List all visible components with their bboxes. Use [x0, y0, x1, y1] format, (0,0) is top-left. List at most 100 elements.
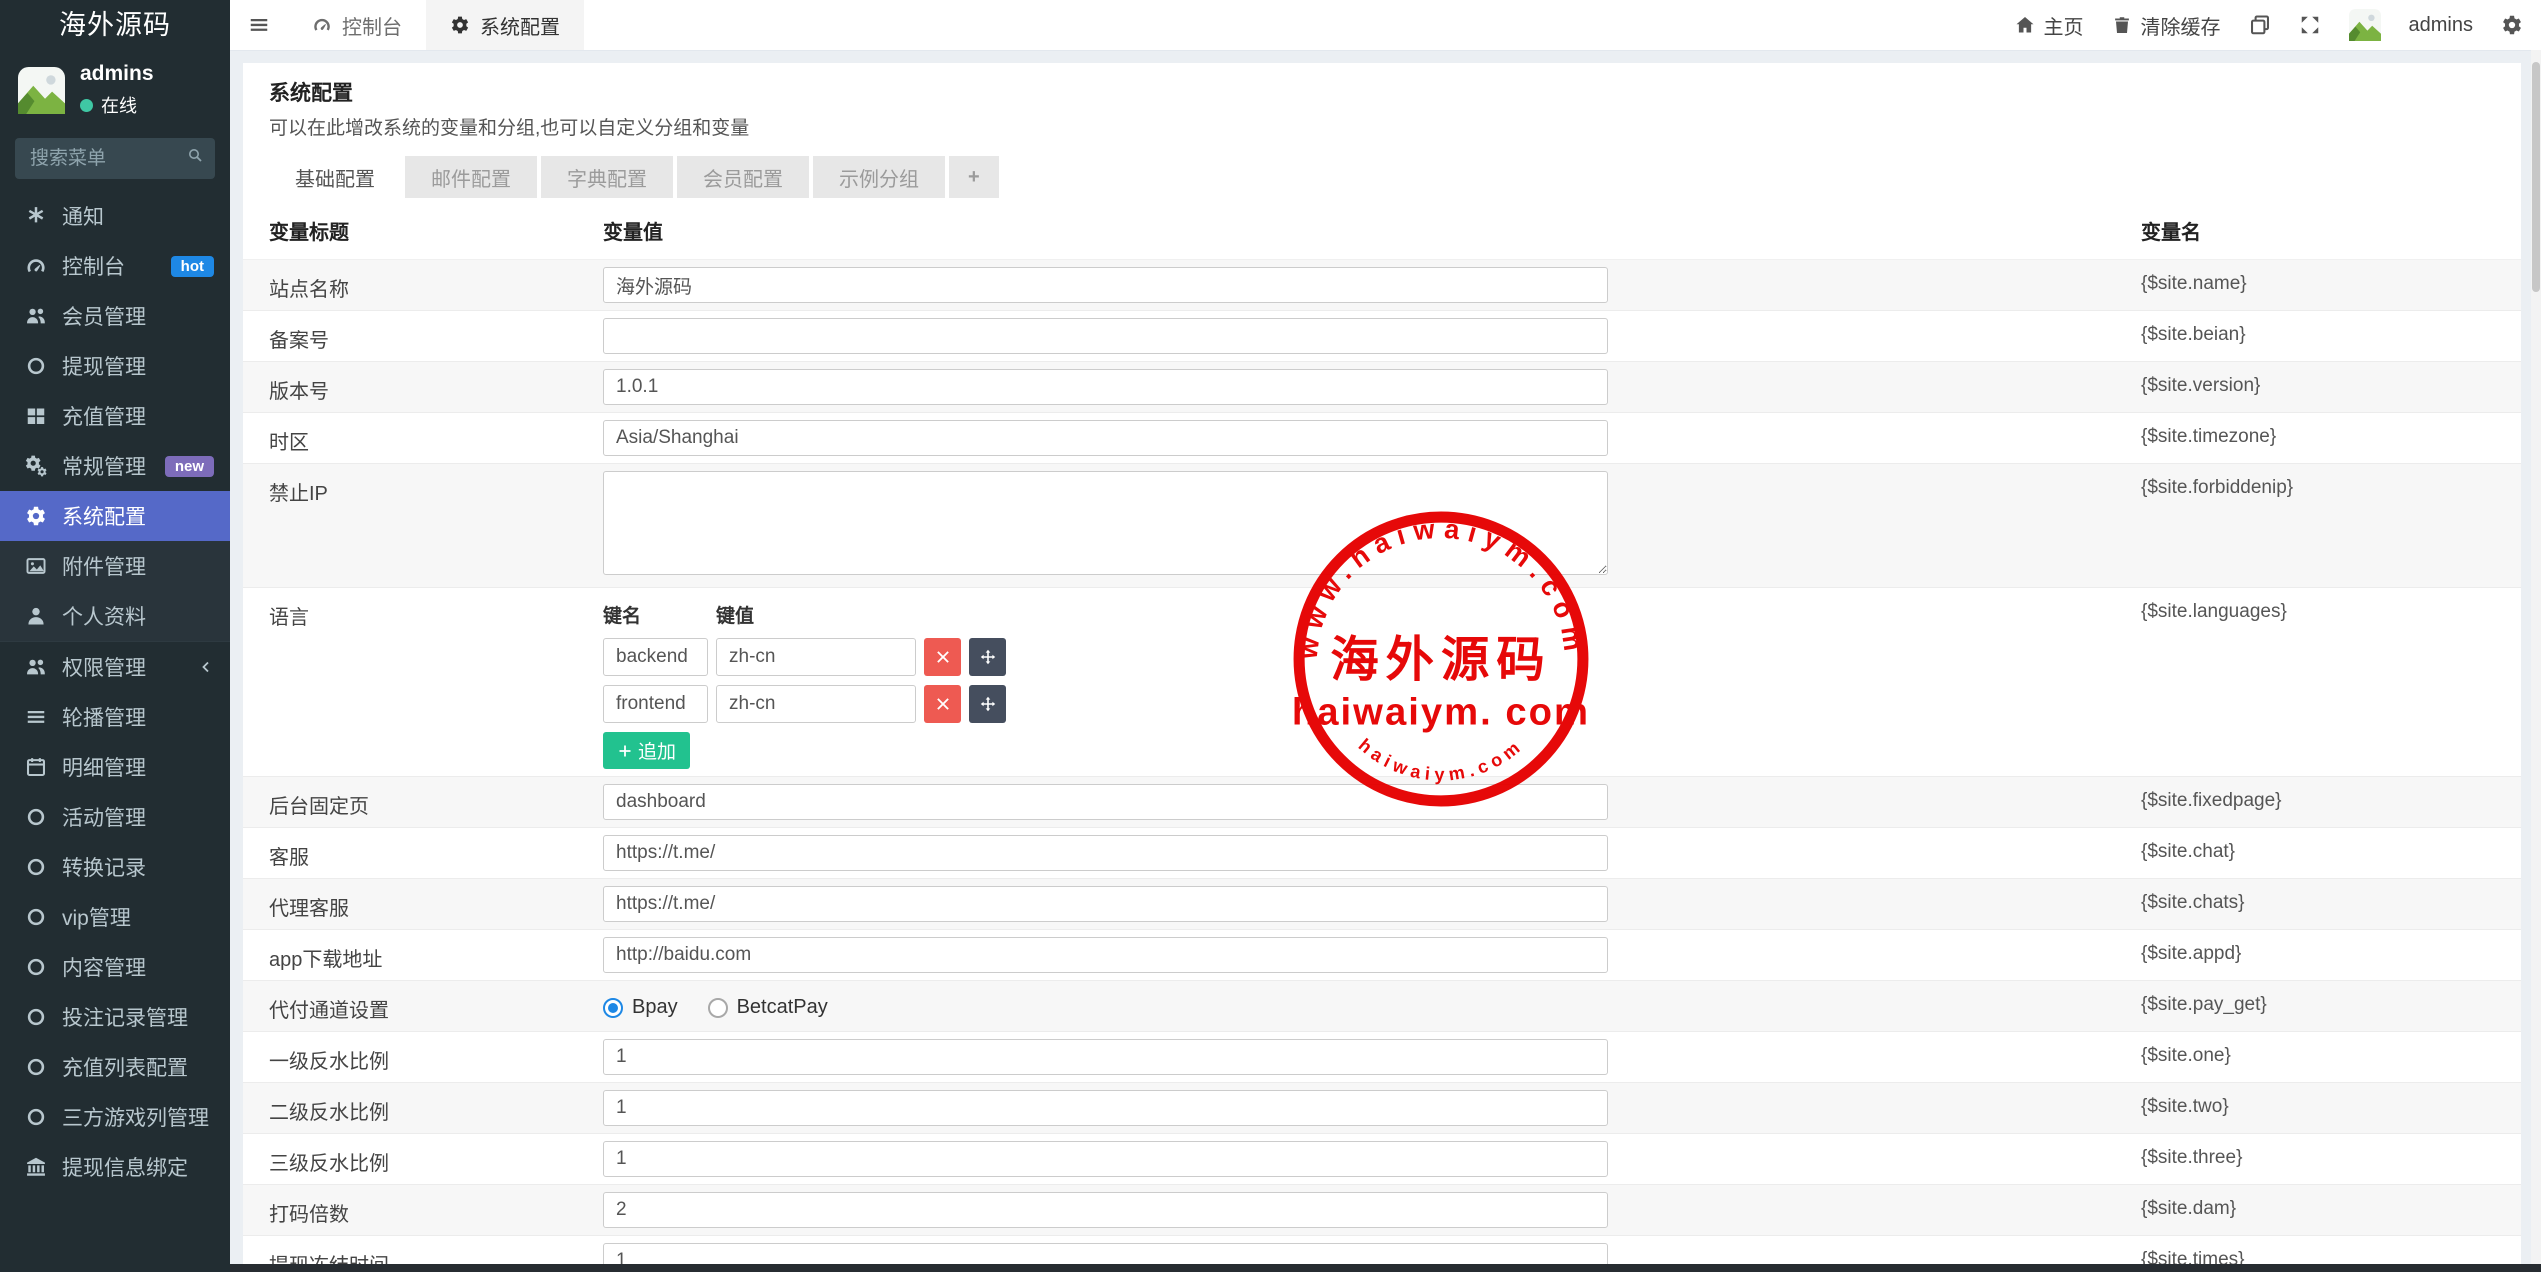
home-icon: [2015, 15, 2035, 35]
input-two[interactable]: [603, 1090, 1608, 1126]
row-value: Bpay BetcatPay: [603, 981, 2121, 1031]
sidebar-item-profile[interactable]: 个人资料: [0, 591, 230, 641]
sidebar-item-label: 权限管理: [62, 652, 146, 682]
sidebar-item-auth[interactable]: 权限管理: [0, 641, 230, 692]
kv-key-input-1[interactable]: [603, 685, 708, 723]
input-appd[interactable]: [603, 937, 1608, 973]
sidebar-item-activity[interactable]: 活动管理: [0, 792, 230, 842]
user-avatar[interactable]: [18, 67, 65, 114]
kv-value-input-1[interactable]: [716, 685, 916, 723]
users-icon: [25, 656, 47, 678]
remove-row-button[interactable]: [924, 638, 961, 676]
tab-user[interactable]: 会员配置: [677, 156, 809, 198]
sidebar-item-notice[interactable]: 通知: [0, 191, 230, 241]
tab-example[interactable]: 示例分组: [813, 156, 945, 198]
input-name[interactable]: [603, 267, 1608, 303]
append-button[interactable]: 追加: [603, 732, 690, 769]
bars-icon: [25, 706, 47, 728]
input-fixedpage[interactable]: [603, 784, 1608, 820]
row-varname: {$site.chat}: [2121, 828, 2521, 878]
sidebar-item-withdrawbind[interactable]: 提现信息绑定: [0, 1142, 230, 1192]
sidebar-toggle-icon[interactable]: [230, 14, 288, 36]
sidebar-item-label: 充值管理: [62, 401, 146, 431]
input-three[interactable]: [603, 1141, 1608, 1177]
input-chat[interactable]: [603, 835, 1608, 871]
sidebar-item-betlog[interactable]: 投注记录管理: [0, 992, 230, 1042]
config-tabs: 基础配置邮件配置字典配置会员配置示例分组+: [269, 156, 2495, 198]
clear-cache-label: 清除缓存: [2141, 11, 2221, 40]
remove-row-button[interactable]: [924, 685, 961, 723]
sidebar-item-member[interactable]: 会员管理: [0, 291, 230, 341]
sidebar-item-rechargelist[interactable]: 充值列表配置: [0, 1042, 230, 1092]
topbar-tab-sysconfig[interactable]: 系统配置: [426, 0, 584, 50]
sidebar-item-convert[interactable]: 转换记录: [0, 842, 230, 892]
sidebar-item-sysconfig[interactable]: 系统配置: [0, 491, 230, 541]
sidebar-item-general[interactable]: 常规管理new: [0, 441, 230, 491]
row-varname: {$site.chats}: [2121, 879, 2521, 929]
sidebar-item-attachment[interactable]: 附件管理: [0, 541, 230, 591]
window-restore-icon[interactable]: [2249, 14, 2271, 36]
scrollbar-thumb[interactable]: [2532, 62, 2540, 292]
settings-gear-icon[interactable]: [2501, 14, 2523, 36]
sidebar-item-label: 会员管理: [62, 301, 146, 331]
sidebar-item-label: 提现信息绑定: [62, 1152, 188, 1182]
radio-option-Bpay[interactable]: Bpay: [603, 996, 678, 1019]
row-varname: {$site.one}: [2121, 1032, 2521, 1082]
kv-key-input-0[interactable]: [603, 638, 708, 676]
input-times[interactable]: [603, 1243, 1608, 1264]
input-chats[interactable]: [603, 886, 1608, 922]
input-one[interactable]: [603, 1039, 1608, 1075]
sidebar-item-label: 三方游戏列管理: [62, 1102, 209, 1132]
input-version[interactable]: [603, 369, 1608, 405]
sidebar-item-content[interactable]: 内容管理: [0, 942, 230, 992]
sidebar-item-label: 控制台: [62, 251, 125, 281]
scrollbar-track[interactable]: [2531, 50, 2541, 1272]
search-input[interactable]: [15, 138, 215, 179]
config-row-appd: app下载地址{$site.appd}: [243, 930, 2521, 981]
sidebar-item-recharge[interactable]: 充值管理: [0, 391, 230, 441]
bank-icon: [25, 1156, 47, 1178]
online-dot: [80, 99, 93, 112]
row-varname: {$site.three}: [2121, 1134, 2521, 1184]
row-value: [603, 1032, 2121, 1082]
sidebar-item-banner[interactable]: 轮播管理: [0, 692, 230, 742]
sidebar-item-vip[interactable]: vip管理: [0, 892, 230, 942]
radio-option-BetcatPay[interactable]: BetcatPay: [708, 996, 828, 1019]
cogs-icon: [25, 455, 47, 477]
sidebar-item-withdraw[interactable]: 提现管理: [0, 341, 230, 391]
move-row-button[interactable]: [969, 638, 1006, 676]
tab-dict[interactable]: 字典配置: [541, 156, 673, 198]
kv-value-input-0[interactable]: [716, 638, 916, 676]
tab-basic[interactable]: 基础配置: [269, 156, 401, 198]
home-link[interactable]: 主页: [2015, 11, 2084, 40]
kv-key-header: 键名: [603, 601, 716, 628]
input-beian[interactable]: [603, 318, 1608, 354]
radio-label: Bpay: [632, 996, 678, 1019]
row-label: 代理客服: [243, 879, 603, 929]
topbar-username[interactable]: admins: [2409, 14, 2473, 37]
fullscreen-icon[interactable]: [2299, 14, 2321, 36]
input-forbiddenip[interactable]: [603, 471, 1608, 575]
row-varname: {$site.beian}: [2121, 311, 2521, 361]
clear-cache-button[interactable]: 清除缓存: [2112, 11, 2221, 40]
sidebar-menu: 通知控制台hot 会员管理提现管理充值管理常规管理new系统配置附件管理个人资料权…: [0, 191, 230, 1192]
tachometer-icon: [25, 255, 47, 277]
add-tab-button[interactable]: +: [949, 156, 999, 198]
row-varname: {$site.appd}: [2121, 930, 2521, 980]
app-logo: 海外源码: [0, 0, 230, 50]
input-timezone[interactable]: [603, 420, 1608, 456]
topbar-tab-dashboard[interactable]: 控制台: [288, 0, 426, 50]
sidebar-item-detail[interactable]: 明细管理: [0, 742, 230, 792]
config-row-chats: 代理客服 {$site.chats}: [243, 879, 2521, 930]
move-row-button[interactable]: [969, 685, 1006, 723]
sidebar-item-thirdgame[interactable]: 三方游戏列管理: [0, 1092, 230, 1142]
topbar-avatar[interactable]: [2349, 9, 2381, 41]
sidebar-item-label: 附件管理: [62, 551, 146, 581]
row-label: 打码倍数: [243, 1185, 603, 1235]
tab-email[interactable]: 邮件配置: [405, 156, 537, 198]
circle-icon: [25, 1056, 47, 1078]
input-dam[interactable]: [603, 1192, 1608, 1228]
sidebar-item-dashboard[interactable]: 控制台hot: [0, 241, 230, 291]
row-label: 禁止IP: [243, 464, 603, 587]
config-row-version: 版本号{$site.version}: [243, 362, 2521, 413]
